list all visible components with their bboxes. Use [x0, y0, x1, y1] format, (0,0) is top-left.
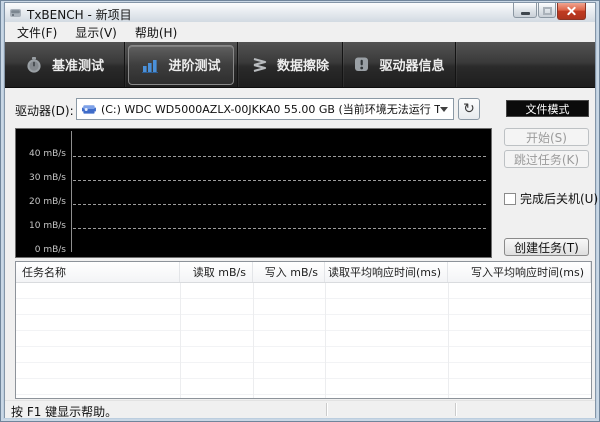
start-button[interactable]: 开始(S)	[504, 128, 589, 146]
table-header: 任务名称 读取 mB/s 写入 mB/s 读取平均响应时间(ms) 写入平均响应…	[16, 262, 591, 283]
task-table-body[interactable]	[16, 283, 591, 398]
start-button-label: 开始(S)	[526, 130, 567, 145]
column-header-task-name[interactable]: 任务名称	[16, 262, 180, 282]
statusbar-separator	[455, 403, 456, 416]
menubar: 文件(F) 显示(V) 帮助(H)	[5, 22, 595, 42]
tab-drive-info[interactable]: 驱动器信息	[343, 42, 455, 87]
chart-tick-label: 0 mB/s	[34, 245, 66, 255]
create-task-button-label: 创建任务(T)	[514, 240, 579, 255]
dropdown-arrow-icon[interactable]	[440, 106, 448, 112]
window-title: TxBENCH - 新项目	[27, 8, 132, 22]
tab-divider	[455, 42, 456, 87]
shutdown-checkbox[interactable]	[504, 192, 516, 205]
chart-y-axis	[71, 131, 72, 252]
tab-benchmark[interactable]: 基准测试	[5, 42, 124, 87]
tab-divider	[124, 42, 125, 87]
chart-tick-label: 30 mB/s	[29, 173, 66, 183]
shutdown-checkbox-label: 完成后关机(U)	[520, 192, 599, 206]
drive-select[interactable]: (C:) WDC WD5000AZLX-00JKKA0 55.00 GB (当前…	[76, 98, 454, 120]
skip-task-button-label: 跳过任务(K)	[513, 152, 580, 167]
statusbar-separator	[326, 403, 327, 416]
maximize-button[interactable]	[538, 3, 556, 18]
window-frame: TxBENCH - 新项目 文件(F) 显示(V) 帮助(H) 基准测试 进阶测…	[4, 2, 599, 419]
column-header-read-speed[interactable]: 读取 mB/s	[180, 262, 253, 282]
maximize-icon	[542, 6, 552, 15]
close-button[interactable]	[557, 3, 586, 20]
column-separator	[448, 283, 449, 398]
column-header-write-latency[interactable]: 写入平均响应时间(ms)	[448, 262, 591, 282]
column-header-read-latency[interactable]: 读取平均响应时间(ms)	[325, 262, 448, 282]
file-mode-label: 文件模式	[525, 102, 570, 116]
toolbar: 基准测试 进阶测试 数据擦除 驱动器信息	[5, 42, 595, 88]
minimize-icon	[520, 11, 530, 15]
erase-icon	[253, 57, 267, 72]
statusbar: 按 F1 键显示帮助。	[5, 400, 595, 419]
chart-gridline	[73, 204, 486, 205]
tab-label: 基准测试	[51, 59, 104, 74]
file-mode-button[interactable]: 文件模式	[506, 100, 589, 117]
menu-item-view[interactable]: 显示(V)	[66, 22, 126, 43]
tab-label: 驱动器信息	[379, 59, 445, 74]
refresh-button[interactable]: ↻	[458, 98, 480, 120]
column-separator	[180, 283, 181, 398]
drive-info-icon	[355, 57, 369, 71]
tab-erase[interactable]: 数据擦除	[238, 42, 342, 87]
status-text: 按 F1 键显示帮助。	[11, 405, 118, 419]
window: TxBENCH - 新项目 文件(F) 显示(V) 帮助(H) 基准测试 进阶测…	[0, 0, 600, 422]
disk-icon	[82, 104, 96, 114]
chart-gridline	[73, 228, 486, 229]
chart-tick-label: 20 mB/s	[29, 197, 66, 207]
drive-label: 驱动器(D):	[15, 104, 74, 118]
menu-item-file[interactable]: 文件(F)	[8, 22, 66, 43]
chart-gridline	[73, 180, 486, 181]
create-task-button[interactable]: 创建任务(T)	[504, 238, 589, 256]
refresh-icon: ↻	[463, 101, 475, 117]
column-separator	[325, 283, 326, 398]
bar-chart-icon	[142, 59, 159, 73]
speed-chart: 40 mB/s 30 mB/s 20 mB/s 10 mB/s 0 mB/s	[15, 128, 492, 258]
chart-tick-label: 40 mB/s	[29, 149, 66, 159]
skip-task-button[interactable]: 跳过任务(K)	[504, 150, 589, 168]
drive-select-value: (C:) WDC WD5000AZLX-00JKKA0 55.00 GB (当前…	[100, 103, 440, 116]
chart-gridline	[73, 156, 486, 157]
titlebar: TxBENCH - 新项目	[5, 3, 595, 22]
column-header-write-speed[interactable]: 写入 mB/s	[253, 262, 325, 282]
minimize-button[interactable]	[513, 3, 537, 18]
menu-item-help[interactable]: 帮助(H)	[126, 22, 186, 43]
app-icon	[10, 9, 21, 17]
tab-advanced[interactable]: 进阶测试	[128, 44, 234, 85]
chart-tick-label: 10 mB/s	[29, 221, 66, 231]
task-table: 任务名称 读取 mB/s 写入 mB/s 读取平均响应时间(ms) 写入平均响应…	[15, 261, 592, 399]
column-separator	[253, 283, 254, 398]
stopwatch-icon	[27, 56, 41, 73]
tab-label: 进阶测试	[168, 59, 221, 74]
close-icon	[566, 6, 577, 17]
tab-label: 数据擦除	[276, 59, 329, 74]
